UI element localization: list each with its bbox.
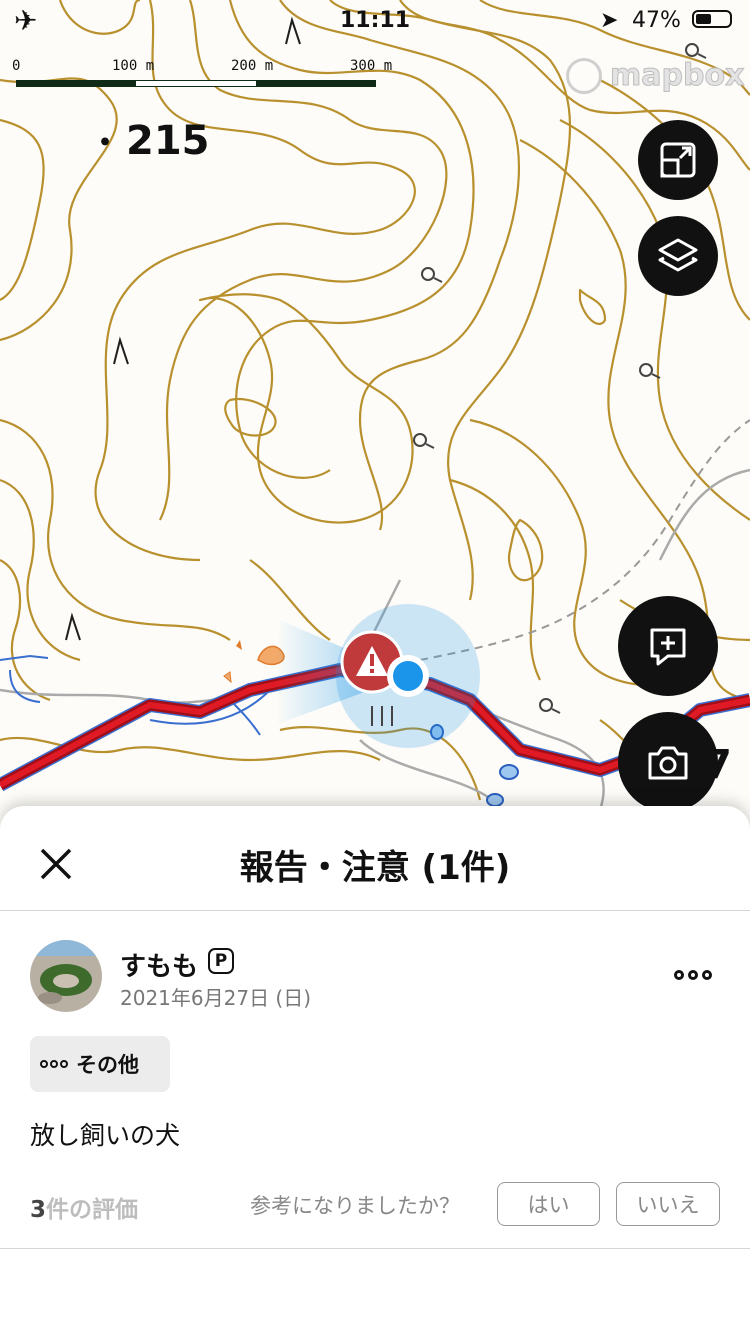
report-sheet: 報告・注意 (1件) すもも P 2021年6月27日 (日) その他 放し飼い… [0, 806, 750, 1334]
sheet-title: 報告・注意 (1件) [239, 848, 511, 888]
category-label: その他 [76, 1053, 139, 1077]
rating-summary: 3件の評価 [30, 1190, 138, 1224]
sheet-header: 報告・注意 (1件) [0, 806, 750, 911]
scale-label-100: 100 m [112, 58, 155, 74]
avatar-image [30, 940, 102, 1012]
category-chip: その他 [30, 1036, 170, 1092]
other-category-icon [40, 1060, 68, 1068]
divider [0, 1248, 750, 1249]
more-dot [702, 970, 712, 980]
add-report-icon [650, 628, 686, 666]
battery-percent: 47% [632, 8, 681, 33]
more-dot [688, 970, 698, 980]
layers-icon [658, 238, 698, 272]
camera-icon [648, 746, 688, 780]
layers-button[interactable] [638, 216, 718, 296]
scale-segment [16, 80, 136, 87]
add-report-button[interactable] [618, 596, 718, 696]
scale-label-200: 200 m [231, 58, 274, 74]
status-bar: ✈ 11:11 ➤ 47% [0, 0, 750, 44]
fit-bounds-icon [660, 142, 696, 178]
avatar[interactable] [30, 940, 102, 1012]
mapbox-wordmark: mapbox [609, 58, 745, 94]
location-arrow-icon: ➤ [600, 8, 619, 33]
helpful-yes-button[interactable]: はい [497, 1182, 600, 1226]
helpful-no-button[interactable]: いいえ [616, 1182, 720, 1226]
fit-bounds-button[interactable] [638, 120, 718, 200]
more-dot [674, 970, 684, 980]
helpful-question: 参考になりましたか？ [250, 1194, 460, 1218]
elevation-value: 215 [126, 118, 210, 164]
report-text: 放し飼いの犬 [30, 1121, 181, 1150]
camera-button[interactable] [618, 712, 718, 812]
map-scale-bar: 0 100 m 200 m 300 m [0, 56, 400, 92]
mapbox-logo-icon [566, 58, 602, 94]
premium-badge: P [208, 948, 234, 974]
battery-icon [692, 10, 732, 28]
scale-label-0: 0 [12, 58, 21, 74]
rating-count: 3 [30, 1197, 47, 1223]
report-date: 2021年6月27日 (日) [120, 986, 312, 1010]
rating-suffix: 件の評価 [46, 1197, 139, 1223]
scale-segment [136, 80, 256, 87]
elevation-label: • 215 [98, 118, 210, 164]
mapbox-attribution[interactable]: mapbox [564, 56, 745, 100]
scale-label-300: 300 m [350, 58, 393, 74]
user-name[interactable]: すもも [120, 946, 198, 983]
map-view[interactable]: ✈ 11:11 ➤ 47% 0 100 m 200 m 300 m mapbox… [0, 0, 750, 830]
more-options-button[interactable] [674, 964, 720, 986]
scale-segment [256, 80, 376, 87]
